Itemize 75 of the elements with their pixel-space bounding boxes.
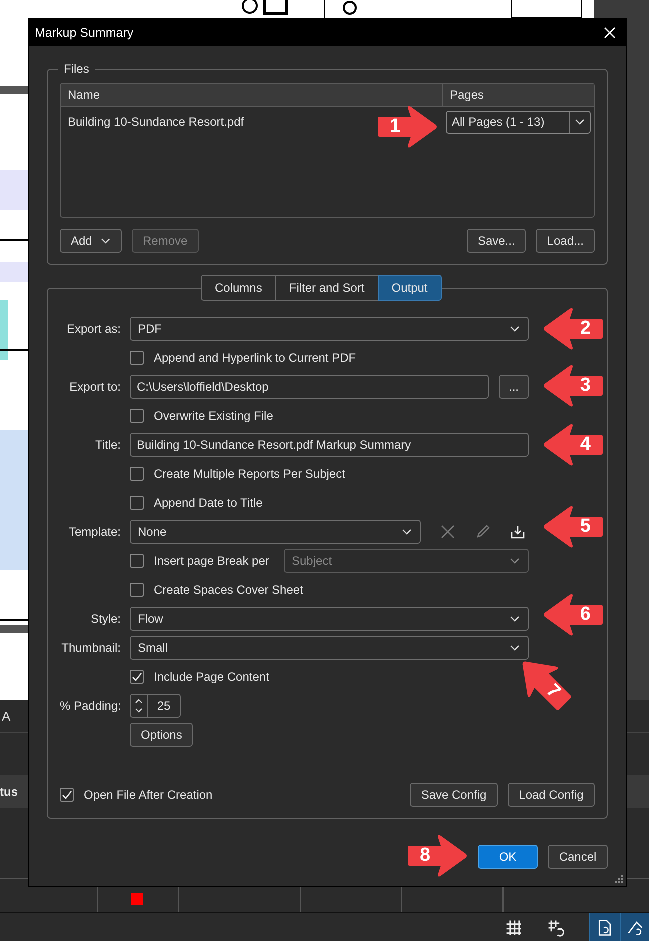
dropdown[interactable]: PDF [130, 316, 529, 340]
field-label: Export as: [66, 322, 121, 336]
window-title: Markup Summary [35, 26, 134, 40]
callout-number: 6 [580, 604, 591, 626]
dropdown[interactable]: None [130, 520, 421, 544]
chevron-icon [510, 616, 520, 622]
column-header: Name [61, 84, 443, 106]
status-marker [131, 893, 143, 905]
column-header: Pages [449, 87, 486, 104]
document-sync-button[interactable] [589, 913, 620, 941]
callout-arrow [378, 105, 438, 149]
callout-arrow [543, 423, 603, 467]
field-label: Style: [90, 612, 121, 626]
field-label: % Padding: [60, 698, 121, 712]
checkmark-icon [131, 670, 143, 682]
chevron-icon [510, 558, 520, 564]
dialog-button[interactable]: OK [478, 845, 538, 869]
checkbox-option[interactable]: Append Date to Title [130, 496, 263, 510]
checkbox-option[interactable]: Open File After Creation [60, 788, 213, 802]
callout-arrow [543, 307, 603, 351]
title-field[interactable]: Building 10-Sundance Resort.pdf Markup Summary [130, 432, 529, 456]
callout-number: 5 [580, 516, 591, 538]
callout-arrow [543, 505, 603, 549]
document-icon [596, 918, 614, 936]
path-field[interactable]: C:\Users\loffield\Desktop [130, 374, 489, 398]
add-menu-button[interactable]: Add [60, 229, 122, 253]
dropdown[interactable]: Small [130, 636, 529, 660]
checkbox-option[interactable]: Include Page Content [130, 670, 270, 684]
field-label: Title: [94, 438, 121, 452]
config-button[interactable]: Save Config [410, 783, 498, 807]
file-name-cell-text: Building 10-Sundance Resort.pdf [67, 115, 244, 129]
file-button[interactable]: Save... [466, 229, 526, 253]
panel-text: A [1, 708, 11, 724]
callout-number: 3 [580, 375, 591, 397]
download-icon[interactable] [510, 524, 526, 540]
grid-snap-icon[interactable] [547, 918, 565, 936]
callout-number: 8 [420, 845, 431, 867]
tab[interactable]: Output [378, 275, 442, 301]
column-header: tus [0, 784, 19, 798]
measure-sync-button[interactable] [620, 913, 649, 941]
chevron-icon [402, 528, 412, 534]
field-label: Thumbnail: [60, 640, 121, 654]
checkbox-option[interactable]: Create Multiple Reports Per Subject [130, 466, 346, 480]
angle-icon [626, 918, 644, 936]
options-button[interactable]: Options [130, 722, 194, 746]
field-label: Export to: [68, 380, 121, 394]
chevron-icon [575, 119, 585, 125]
tab[interactable]: Columns [201, 275, 276, 301]
group-legend: Files [58, 62, 96, 76]
checkbox-option[interactable]: Create Spaces Cover Sheet [130, 582, 304, 596]
grid-icon[interactable] [505, 918, 523, 936]
pencil-icon[interactable] [475, 524, 491, 540]
config-button[interactable]: Load Config [508, 783, 595, 807]
chevron-icon [101, 238, 111, 244]
tab[interactable]: Filter and Sort [275, 275, 379, 301]
chevron-icon [510, 644, 520, 650]
checkmark-icon [61, 789, 73, 801]
callout-number: 2 [580, 318, 591, 340]
callout-arrow [543, 364, 603, 408]
browse-button[interactable]: ... [499, 374, 529, 398]
field-label: Template: [68, 524, 121, 538]
callout-arrow [408, 834, 468, 878]
resize-grip-icon[interactable] [614, 874, 624, 884]
callout-arrow [543, 593, 603, 637]
file-button[interactable]: Load... [536, 229, 595, 253]
pages-dropdown[interactable]: All Pages (1 - 13) [446, 110, 591, 134]
checkbox-option[interactable]: Append and Hyperlink to Current PDF [130, 350, 356, 364]
callout-number: 4 [580, 434, 591, 456]
dialog-button[interactable]: Cancel [548, 845, 608, 869]
dropdown[interactable]: Flow [130, 606, 529, 630]
checkbox-option[interactable]: Overwrite Existing File [130, 408, 274, 422]
callout-number: 7 [541, 680, 564, 704]
callout-number: 1 [390, 116, 401, 138]
chevron-icon [510, 326, 520, 332]
padding-spinner[interactable]: 25 [130, 694, 181, 718]
